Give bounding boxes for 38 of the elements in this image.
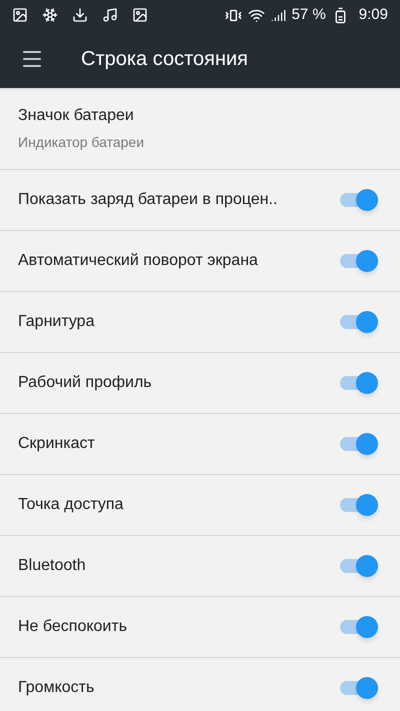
toggle-row[interactable]: Точка доступа — [0, 475, 400, 536]
toggle-label: Автоматический поворот экрана — [18, 251, 258, 271]
toggle-switch[interactable] — [340, 432, 378, 456]
item-subtitle: Индикатор батареи — [18, 133, 146, 152]
toggle-switch[interactable] — [340, 676, 378, 700]
toggle-label: Точка доступа — [18, 495, 124, 515]
toggle-switch[interactable] — [340, 249, 378, 273]
list-item[interactable]: Значок батареи Индикатор батареи — [0, 88, 400, 170]
toggle-row[interactable]: Гарнитура — [0, 292, 400, 353]
toggle-switch[interactable] — [340, 371, 378, 395]
toggle-switch[interactable] — [340, 554, 378, 578]
toggle-switch[interactable] — [340, 188, 378, 212]
toggle-row[interactable]: Bluetooth — [0, 536, 400, 597]
toggle-row[interactable]: Автоматический поворот экрана — [0, 231, 400, 292]
toggle-row[interactable]: Громкость — [0, 658, 400, 711]
clock: 9:09 — [358, 4, 388, 25]
toggle-row[interactable]: Не беспокоить — [0, 597, 400, 658]
toggle-label: Рабочий профиль — [18, 373, 152, 393]
signal-icon — [270, 8, 286, 22]
toggle-switch[interactable] — [340, 615, 378, 639]
battery-percent: 57 % — [292, 4, 326, 25]
toggle-row[interactable]: Скринкаст — [0, 414, 400, 475]
snowflake-icon — [42, 7, 58, 23]
toggle-label: Громкость — [18, 678, 94, 698]
item-title: Значок батареи — [18, 106, 135, 126]
toggle-label: Скринкаст — [18, 434, 95, 454]
toggle-row[interactable]: Показать заряд батареи в процен.. — [0, 170, 400, 231]
toggle-row[interactable]: Рабочий профиль — [0, 353, 400, 414]
toggle-label: Bluetooth — [18, 556, 86, 576]
music-note-icon — [102, 7, 118, 23]
toggle-label: Показать заряд батареи в процен.. — [18, 190, 278, 210]
image-icon — [12, 7, 28, 23]
toggle-switch[interactable] — [340, 493, 378, 517]
toolbar-title: Строка состояния — [81, 47, 248, 72]
toggle-label: Гарнитура — [18, 312, 94, 332]
toggle-label: Не беспокоить — [18, 617, 128, 637]
toggle-switch[interactable] — [340, 310, 378, 334]
download-icon — [72, 7, 88, 23]
